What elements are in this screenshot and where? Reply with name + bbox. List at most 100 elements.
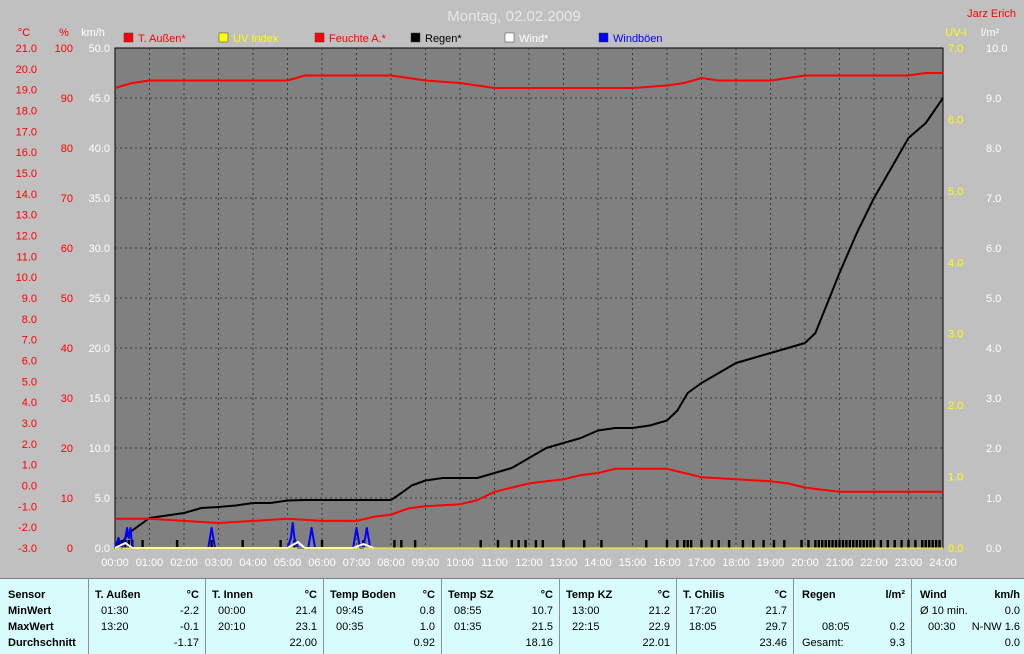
humidity-tick-label: 90 [61,93,73,105]
wind-name: Wind [920,589,947,601]
rain-event-bar [872,540,876,548]
rain-event-bar [524,540,527,548]
rain-event-bar [541,540,544,548]
regen-unit: l/m² [885,589,905,601]
wind-tick-label: 45.0 [89,93,110,105]
rain-event-bar [921,540,924,548]
rain-event-bar [855,540,858,548]
rain-event-bar [762,540,765,548]
temp-tick-label: 18.0 [16,106,37,118]
rain-tick-label: 5.0 [986,293,1001,305]
humidity-unit-label: % [59,27,69,39]
x-tick-label: 00:00 [101,557,129,569]
temp-tick-label: 13.0 [16,210,37,222]
stats-unit: °C [304,589,317,601]
temp-tick-label: -2.0 [18,522,37,534]
rain-event-bar [241,540,244,548]
uv-tick-label: 4.0 [948,257,963,269]
stats-min: 10.7 [531,605,553,617]
x-tick-label: 16:00 [653,557,681,569]
stats-min: 0.8 [419,605,435,617]
rain-event-bar [175,540,179,548]
rain-event-bar [400,540,403,548]
rain-event-bar [852,540,855,548]
x-tick-label: 20:00 [791,557,819,569]
regen-name: Regen [802,589,836,601]
uv-tick-label: 1.0 [948,472,963,484]
x-tick-label: 23:00 [895,557,923,569]
temp-tick-label: 8.0 [22,314,37,326]
rain-event-bar [807,540,810,548]
wind-tick-label: 15.0 [89,393,110,405]
temp-tick-label: 6.0 [22,356,37,368]
temp-tick-label: 17.0 [16,126,37,138]
stats-col: Temp SZ °C 08:55 10.7 01:35 21.5 18.16 [442,579,560,654]
row-label-min: MinWert [8,605,52,617]
rain-event-bar [817,540,820,548]
rain-event-bar [934,540,938,548]
regen-value: 0.2 [889,621,905,633]
stats-col: Temp KZ °C 13:00 21.2 22:15 22.9 22.01 [560,579,677,654]
legend-swatch [504,32,515,43]
rain-event-bar [834,540,838,548]
rain-event-bar [914,540,917,548]
stats-name: Temp KZ [566,589,613,601]
stats-max-time: 13:20 [101,621,129,633]
stats-col-wind: Wind km/h Ø 10 min. 0.0 00:30 N-NW 1.6 0.0 [912,579,1024,654]
temp-tick-label: 1.0 [22,460,37,472]
rain-event-bar [479,540,482,548]
rain-event-bar [645,540,648,548]
rain-tick-label: 6.0 [986,243,1001,255]
temp-tick-label: 12.0 [16,231,37,243]
stats-min-time: 08:55 [454,605,482,617]
rain-event-bar [821,540,824,548]
rain-event-bar [279,540,282,548]
rain-event-bar [710,540,714,548]
wind-tick-label: 35.0 [89,193,110,205]
stats-col-regen: Regen l/m² 08:05 0.2 Gesamt: 9.3 [794,579,912,654]
rain-tick-label: 1.0 [986,493,1001,505]
x-tick-label: 07:00 [343,557,371,569]
rain-tick-label: 10.0 [986,43,1007,55]
rain-event-bar [686,540,689,548]
rain-event-bar [600,540,603,548]
rain-event-bar [893,540,896,548]
stats-unit: °C [186,589,199,601]
stats-unit: °C [422,589,435,601]
x-tick-label: 12:00 [515,557,543,569]
stats-avg: 22.00 [289,637,317,649]
wind-unit-label: km/h [81,27,105,39]
stats-max: 1.0 [419,621,435,633]
humidity-tick-label: 0 [67,543,73,555]
rain-tick-label: 2.0 [986,443,1001,455]
x-tick-label: 22:00 [860,557,888,569]
legend-swatch [410,32,421,43]
stats-max-time: 01:35 [454,621,482,633]
rain-event-bar [859,540,862,548]
stats-avg: 22.01 [642,637,670,649]
stats-col: Temp Boden °C 09:45 0.8 00:35 1.0 0.92 [324,579,442,654]
humidity-tick-label: 30 [61,393,73,405]
stats-name: T. Chilis [683,589,725,601]
rain-event-bar [814,540,817,548]
temp-tick-label: 21.0 [16,43,37,55]
rain-unit-label: l/m² [981,27,1000,39]
rain-event-bar [689,540,693,548]
regen-total-label: Gesamt: [802,637,844,649]
legend-label: Wind* [519,33,549,45]
regen-time: 08:05 [822,621,850,633]
rain-event-bar [928,540,931,548]
wind-tick-label: 5.0 [95,493,110,505]
x-tick-label: 02:00 [170,557,198,569]
rain-event-bar [562,540,565,548]
humidity-tick-label: 80 [61,143,73,155]
x-tick-label: 01:00 [136,557,164,569]
temp-tick-label: 4.0 [22,397,37,409]
x-tick-label: 08:00 [377,557,405,569]
row-label-sensor: Sensor [8,589,46,601]
rain-event-bar [727,540,731,548]
humidity-tick-label: 50 [61,293,73,305]
uv-tick-label: 0.0 [948,543,963,555]
x-tick-label: 14:00 [584,557,612,569]
legend-label: Regen* [425,33,462,45]
